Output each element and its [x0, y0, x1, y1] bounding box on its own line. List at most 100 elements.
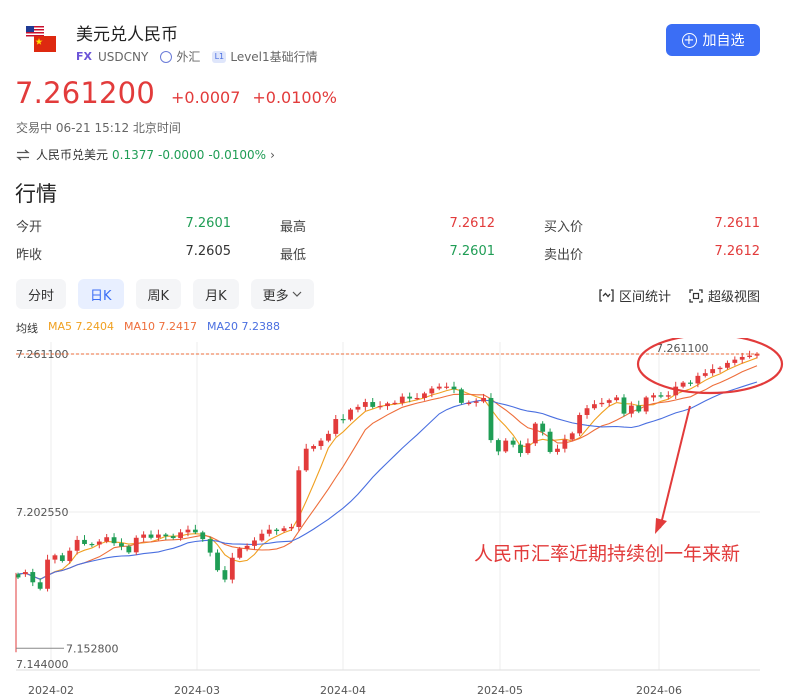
candle	[266, 524, 272, 537]
candle	[148, 530, 154, 540]
candle	[385, 401, 390, 410]
candle	[688, 380, 693, 387]
section-title: 行情	[15, 182, 57, 206]
candle	[119, 538, 124, 551]
candle	[732, 356, 738, 366]
instrument-tags: FX USDCNY 外汇 L1 Level1基础行情	[76, 48, 318, 65]
candle	[222, 566, 228, 583]
candle	[488, 393, 494, 443]
candle	[215, 549, 220, 572]
price-row: 7.261200 +0.0007 +0.0100%	[15, 76, 337, 110]
candlestick-chart[interactable]: 7.261100 7.202550 7.144000 2024-02 2024-03 20…	[0, 338, 789, 700]
candle	[252, 537, 257, 550]
candle	[274, 528, 280, 535]
candle	[525, 438, 531, 455]
candle	[340, 414, 346, 424]
tab-monthly-k[interactable]: 月K	[193, 279, 239, 309]
candle	[111, 533, 117, 546]
low-marker-label: 7.152800	[66, 642, 119, 655]
tab-intraday[interactable]: 分时	[16, 279, 67, 309]
candle	[680, 380, 686, 389]
chart-grid: 7.261100 7.202550 7.144000 2024-02 2024-03 20…	[16, 342, 760, 697]
last-price-line-label: 7.261100	[656, 342, 709, 355]
stat-open-label: 今开	[16, 220, 43, 235]
stat-prev-close-value: 7.2605	[185, 244, 232, 259]
candle	[296, 466, 302, 531]
ma20-value: MA20 7.2388	[207, 320, 280, 333]
candle	[725, 360, 730, 370]
range-stats-button[interactable]: 区间统计	[599, 286, 671, 305]
candle	[333, 414, 339, 437]
candle	[584, 405, 590, 419]
market-label: 外汇	[176, 50, 201, 64]
candle	[717, 366, 723, 373]
chart-overlay: 7.261100 7.152800 人民币汇率近期持续创一年来新	[15, 338, 784, 655]
candle	[547, 428, 553, 454]
stat-ask-value: 7.2612	[714, 244, 761, 259]
candle	[311, 444, 316, 452]
candle	[422, 391, 427, 401]
candle	[503, 438, 509, 454]
candle	[259, 529, 265, 543]
candle	[695, 372, 701, 388]
candle	[702, 369, 708, 378]
candle	[45, 554, 50, 592]
candle	[444, 382, 450, 390]
x-tick-label: 2024-04	[320, 684, 366, 697]
ma-legend: 均线 MA5 7.2404 MA10 7.2417 MA20 7.2388	[16, 320, 290, 336]
candle	[747, 350, 753, 359]
candle	[577, 412, 583, 437]
candle	[599, 397, 605, 407]
trade-time: 交易中 06-21 15:12 北京时间	[16, 121, 181, 135]
candle	[710, 364, 716, 376]
ma10-value: MA10 7.2417	[124, 320, 197, 333]
reverse-price: 0.1377	[112, 147, 155, 162]
x-tick-label: 2024-03	[174, 684, 220, 697]
candle	[562, 434, 568, 453]
candle	[362, 398, 368, 411]
globe-icon	[160, 50, 173, 63]
price-change: +0.0007	[170, 88, 241, 107]
candle	[451, 381, 457, 394]
super-view-button[interactable]: 超级视图	[689, 286, 760, 305]
candle	[510, 437, 516, 448]
candle	[37, 578, 43, 591]
y-tick-label: 7.144000	[16, 658, 69, 671]
chevron-down-icon	[292, 291, 302, 297]
x-tick-label: 2024-05	[477, 684, 523, 697]
candle	[621, 394, 627, 417]
swap-icon	[16, 149, 30, 160]
candle	[459, 387, 464, 405]
fx-badge: FX	[76, 50, 92, 63]
period-tabs: 分时 日K 周K 月K 更多	[16, 279, 326, 309]
candle	[141, 531, 147, 542]
ma-legend-label: 均线	[16, 322, 38, 335]
us-cn-flag-icon	[26, 26, 56, 54]
stat-ask-label: 卖出价	[544, 248, 584, 263]
instrument-code: USDCNY	[98, 49, 149, 64]
tab-daily-k[interactable]: 日K	[78, 279, 124, 309]
candle	[133, 535, 139, 556]
candle	[237, 546, 243, 560]
candle	[303, 443, 309, 472]
reverse-rate-link[interactable]: 人民币兑美元 0.1377 -0.0000 -0.0100% ›	[16, 146, 275, 163]
chart-tools: 区间统计 超级视图	[581, 286, 760, 305]
candle	[532, 422, 538, 447]
reverse-label: 人民币兑美元	[36, 148, 109, 162]
candle	[466, 400, 472, 406]
ma5-value: MA5 7.2404	[48, 320, 114, 333]
candle	[370, 397, 376, 409]
plus-icon: +	[681, 32, 697, 48]
tab-weekly-k[interactable]: 周K	[135, 279, 182, 309]
add-watchlist-button[interactable]: + 加自选	[666, 24, 760, 56]
candle	[592, 400, 597, 410]
page-title: 美元兑人民币	[76, 25, 178, 45]
price-change-pct: +0.0100%	[252, 88, 337, 107]
level-label: Level1基础行情	[230, 50, 318, 64]
chevron-right-icon: ›	[270, 147, 275, 162]
tab-more-label: 更多	[262, 288, 289, 304]
candle	[436, 383, 442, 391]
candle	[643, 395, 649, 415]
tab-more[interactable]: 更多	[250, 279, 314, 309]
stat-bid-label: 买入价	[544, 220, 584, 235]
